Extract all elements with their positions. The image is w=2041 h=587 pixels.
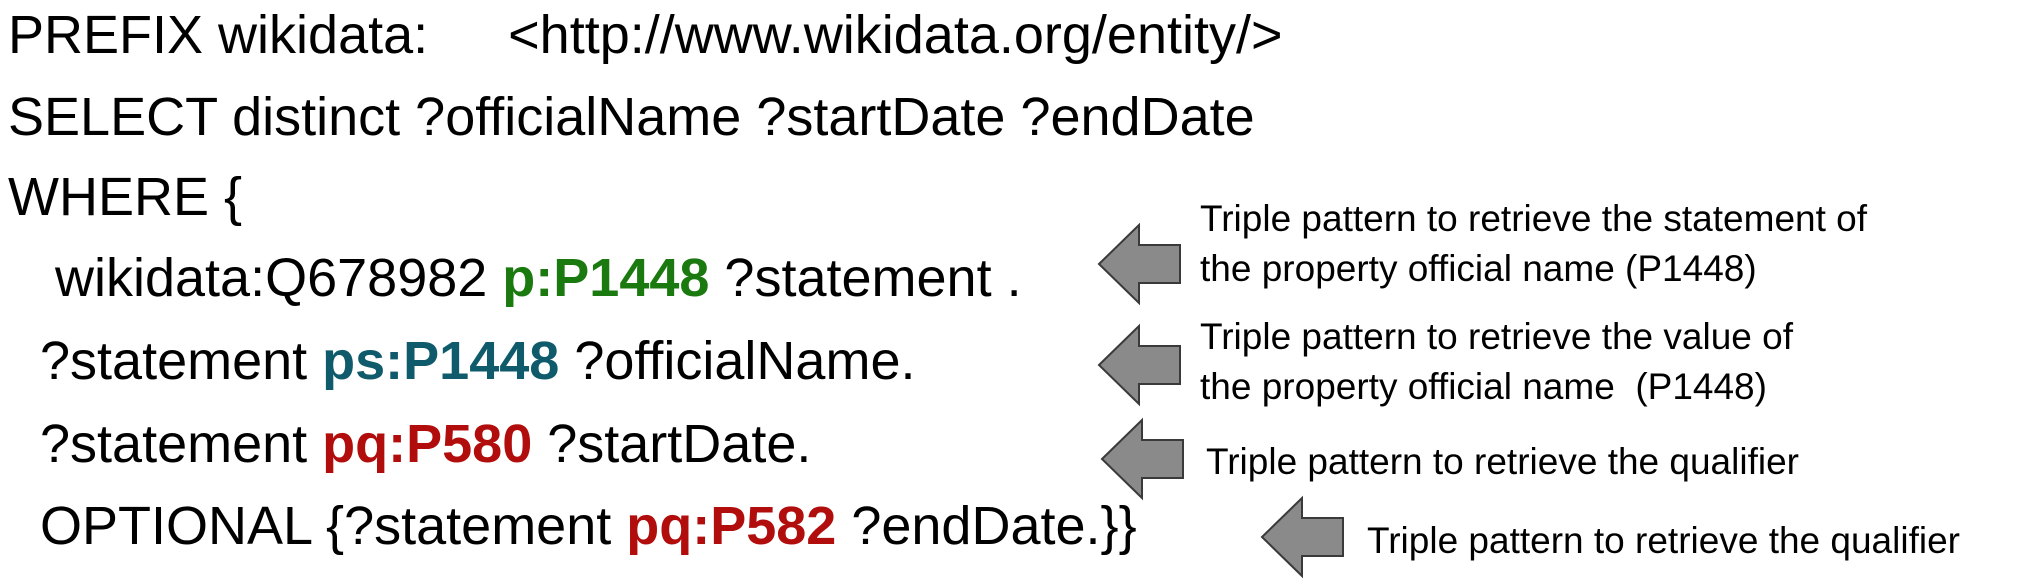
triple3-object: ?startDate. <box>532 414 812 474</box>
triple4-prefix: OPTIONAL {?statement <box>40 496 627 556</box>
annotation-qualifier-start: Triple pattern to retrieve the qualifier <box>1206 437 1799 487</box>
triple2-object: ?officialName. <box>559 331 916 391</box>
arrow-left-icon <box>1097 323 1181 407</box>
annotation-line: the property official name (P1448) <box>1200 248 1757 289</box>
triple-pattern-2: ?statement ps:P1448 ?officialName. <box>40 331 915 391</box>
arrow-left-icon <box>1097 222 1181 306</box>
triple-pattern-4: OPTIONAL {?statement pq:P582 ?endDate.}} <box>40 496 1137 556</box>
annotation-statement: Triple pattern to retrieve the statement… <box>1200 194 1867 294</box>
triple4-predicate: pq:P582 <box>626 496 837 556</box>
annotation-line: the property official name (P1448) <box>1200 366 1767 407</box>
annotation-value: Triple pattern to retrieve the value of … <box>1200 312 1793 412</box>
select-line: SELECT distinct ?officialName ?startDate… <box>8 87 1255 147</box>
triple4-object: ?endDate.}} <box>836 496 1137 556</box>
prefix-line: PREFIX wikidata: <http://www.wikidata.org… <box>8 5 1283 65</box>
annotation-line: Triple pattern to retrieve the qualifier <box>1367 520 1960 561</box>
annotation-line: Triple pattern to retrieve the value of <box>1200 316 1793 357</box>
arrow-left-icon <box>1260 495 1344 579</box>
triple1-subject: wikidata:Q678982 <box>55 248 503 308</box>
arrow-left-icon <box>1100 417 1184 501</box>
annotation-qualifier-end: Triple pattern to retrieve the qualifier <box>1367 516 1960 566</box>
triple-pattern-3: ?statement pq:P580 ?startDate. <box>40 414 811 474</box>
where-clause: WHERE { <box>8 167 243 227</box>
triple3-subject: ?statement <box>40 414 323 474</box>
annotation-line: Triple pattern to retrieve the statement… <box>1200 198 1868 239</box>
annotation-line: Triple pattern to retrieve the qualifier <box>1206 441 1799 482</box>
select-clause: SELECT distinct ?officialName ?startDate… <box>8 87 1255 147</box>
triple-pattern-1: wikidata:Q678982 p:P1448 ?statement . <box>55 248 1022 308</box>
where-line: WHERE { <box>8 167 242 227</box>
prefix-keyword: PREFIX wikidata: <box>8 5 429 65</box>
triple2-predicate: ps:P1448 <box>322 331 560 391</box>
triple3-predicate: pq:P580 <box>322 414 533 474</box>
triple1-predicate: p:P1448 <box>502 248 710 308</box>
triple1-object: ?statement . <box>709 248 1022 308</box>
triple2-subject: ?statement <box>40 331 323 391</box>
prefix-iri: <http://www.wikidata.org/entity/> <box>508 5 1283 65</box>
